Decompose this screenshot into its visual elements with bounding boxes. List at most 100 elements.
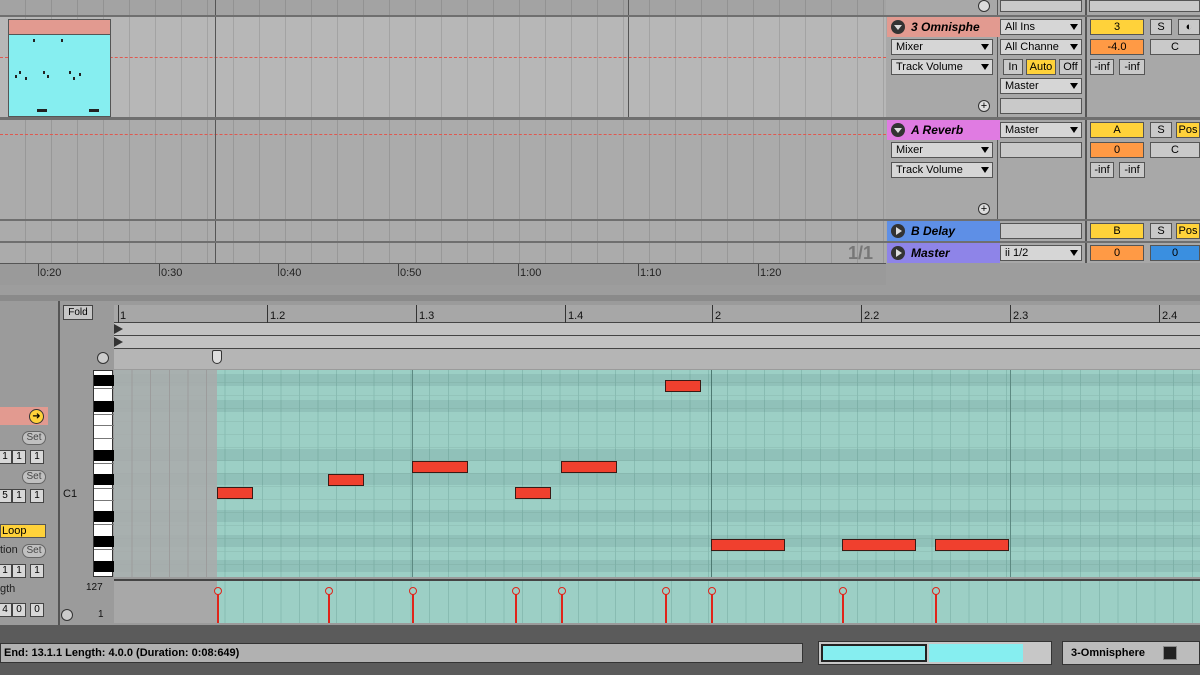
velocity-marker[interactable]	[512, 587, 520, 623]
reverb-lane[interactable]	[0, 120, 886, 220]
mixer-select[interactable]: Mixer	[891, 39, 993, 55]
output-channel-field[interactable]	[1000, 142, 1082, 158]
cue-volume-field[interactable]: 0	[1150, 245, 1200, 261]
solo-button[interactable]: S	[1150, 19, 1172, 35]
track-activator-button[interactable]: 3	[1090, 19, 1144, 35]
pan-field[interactable]: C	[1150, 39, 1200, 55]
velocity-marker[interactable]	[839, 587, 847, 623]
add-lane-icon[interactable]: +	[978, 100, 990, 112]
loop-button[interactable]: Loop	[0, 524, 46, 538]
set-button[interactable]: Set	[22, 544, 46, 558]
track-activator-button[interactable]: A	[1090, 122, 1144, 138]
velocity-marker[interactable]	[558, 587, 566, 623]
start-beat-field[interactable]: 1	[12, 450, 26, 464]
delay-lane[interactable]	[0, 221, 886, 241]
volume-field[interactable]: -4.0	[1090, 39, 1144, 55]
top-mixer-field[interactable]	[1089, 0, 1200, 12]
pan-field[interactable]: C	[1150, 142, 1200, 158]
midi-note[interactable]	[935, 539, 1009, 551]
midi-note[interactable]	[842, 539, 916, 551]
fold-button[interactable]: Fold	[63, 305, 93, 320]
start-sixteenth-field[interactable]: 1	[30, 450, 44, 464]
post-button[interactable]: Pos	[1176, 223, 1200, 239]
fold-toggle-icon[interactable]	[891, 246, 905, 260]
clip-overview[interactable]	[818, 641, 1052, 665]
midi-note[interactable]	[328, 474, 364, 486]
output-field[interactable]	[1000, 223, 1082, 239]
midi-note[interactable]	[412, 461, 468, 473]
input-type-select[interactable]: All Ins	[1000, 19, 1082, 35]
send-a-field[interactable]: -inf	[1090, 162, 1114, 178]
length-beat-field[interactable]: 0	[12, 603, 26, 617]
top-io-field[interactable]	[1000, 0, 1082, 12]
send-b-field[interactable]: -inf	[1119, 59, 1145, 75]
black-key[interactable]	[94, 536, 114, 547]
black-key[interactable]	[94, 511, 114, 522]
start-bar-field[interactable]: 1	[0, 450, 12, 464]
midi-note[interactable]	[561, 461, 617, 473]
midi-note[interactable]	[711, 539, 785, 551]
solo-button[interactable]: S	[1150, 122, 1172, 138]
overview-visible-region[interactable]	[821, 644, 927, 662]
volume-field[interactable]: 0	[1090, 142, 1144, 158]
position-beat-field[interactable]: 1	[12, 564, 26, 578]
midi-note[interactable]	[665, 380, 701, 392]
monitor-off-button[interactable]: Off	[1059, 59, 1082, 75]
master-volume-field[interactable]: 0	[1090, 245, 1144, 261]
time-ruler[interactable]: 0:20 0:30 0:40 0:50 1:00 1:10 1:20	[0, 263, 886, 285]
marker-row[interactable]	[114, 349, 1200, 369]
velocity-marker[interactable]	[662, 587, 670, 623]
midi-note[interactable]	[217, 487, 253, 499]
monitor-auto-button[interactable]: Auto	[1026, 59, 1056, 75]
velocity-editor[interactable]	[114, 579, 1200, 623]
track-header-delay[interactable]: B Delay	[887, 221, 1000, 241]
monitor-in-button[interactable]: In	[1003, 59, 1023, 75]
solo-button[interactable]: S	[1150, 223, 1172, 239]
arm-button[interactable]: ◐	[1178, 19, 1200, 35]
track-header-omnisphere[interactable]: 3 Omnisphe	[887, 17, 1000, 37]
launch-icon[interactable]: ➜	[29, 409, 44, 424]
velocity-marker[interactable]	[409, 587, 417, 623]
start-marker-icon[interactable]	[114, 337, 123, 347]
output-select[interactable]: Master	[1000, 78, 1082, 94]
preview-headphones-icon[interactable]	[97, 352, 109, 364]
omnisphere-lane[interactable]	[0, 17, 886, 117]
add-device-icon[interactable]	[978, 0, 990, 12]
output-select[interactable]: Master	[1000, 122, 1082, 138]
midi-clip-header[interactable]	[8, 19, 111, 35]
loop-start-icon[interactable]	[114, 324, 123, 334]
param-select[interactable]: Track Volume	[891, 59, 993, 75]
fold-toggle-icon[interactable]	[891, 20, 905, 34]
cue-out-select[interactable]: ii 1/2	[1000, 245, 1082, 261]
playback-marker-icon[interactable]	[212, 350, 222, 364]
send-b-field[interactable]: -inf	[1119, 162, 1145, 178]
set-button[interactable]: Set	[22, 470, 46, 484]
loop-brace[interactable]	[114, 323, 1200, 336]
start-end-markers[interactable]	[114, 336, 1200, 349]
mixer-select[interactable]: Mixer	[891, 142, 993, 158]
velocity-marker[interactable]	[932, 587, 940, 623]
position-sixteenth-field[interactable]: 1	[30, 564, 44, 578]
device-icon[interactable]	[1163, 646, 1177, 660]
end-bar-field[interactable]: 5	[0, 489, 12, 503]
add-lane-icon[interactable]: +	[978, 203, 990, 215]
position-bar-field[interactable]: 1	[0, 564, 12, 578]
length-sixteenth-field[interactable]: 0	[30, 603, 44, 617]
set-button[interactable]: Set	[22, 431, 46, 445]
black-key[interactable]	[94, 561, 114, 572]
black-key[interactable]	[94, 450, 114, 461]
track-activator-button[interactable]: B	[1090, 223, 1144, 239]
param-select[interactable]: Track Volume	[891, 162, 993, 178]
note-grid[interactable]	[114, 370, 1200, 577]
end-beat-field[interactable]: 1	[12, 489, 26, 503]
track-header-reverb[interactable]: A Reverb	[887, 120, 1000, 140]
black-key[interactable]	[94, 401, 114, 412]
velocity-marker[interactable]	[708, 587, 716, 623]
piano-keyboard[interactable]	[93, 370, 114, 577]
beat-ruler[interactable]: 1 1.2 1.3 1.4 2 2.2 2.3 2.4	[114, 305, 1200, 323]
fold-toggle-icon[interactable]	[891, 123, 905, 137]
send-a-field[interactable]: -inf	[1090, 59, 1114, 75]
track-header-master[interactable]: Master	[887, 243, 1000, 263]
input-channel-select[interactable]: All Channe	[1000, 39, 1082, 55]
fold-toggle-icon[interactable]	[891, 224, 905, 238]
